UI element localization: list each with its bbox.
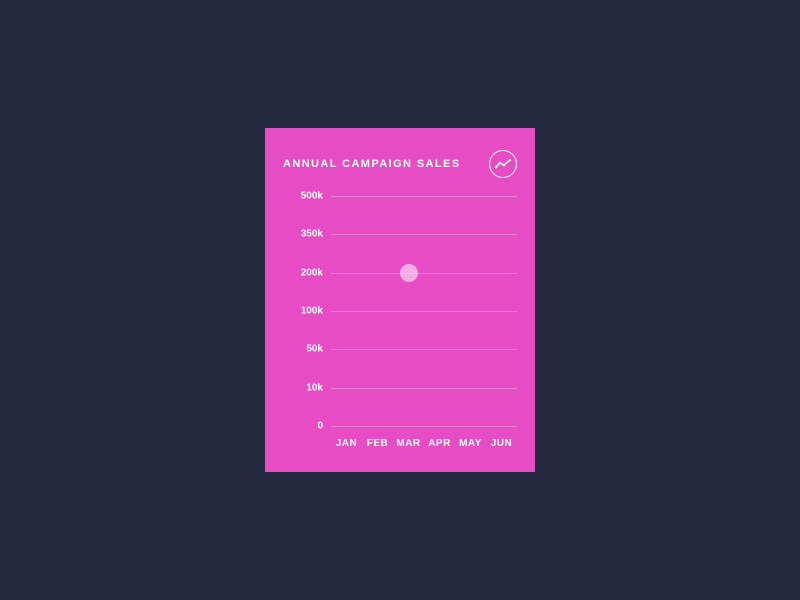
x-tick-label: APR (424, 438, 455, 449)
x-tick-label: MAY (455, 438, 486, 449)
sales-card: ANNUAL CAMPAIGN SALES 500k 350k 200k 100k 50… (265, 128, 535, 472)
data-point-highlight[interactable] (400, 264, 418, 282)
x-axis: JANFEBMARAPRMAYJUN (331, 438, 517, 449)
y-tick-label: 500k (283, 191, 323, 202)
y-axis: 500k350k200k100k50k10k0 (283, 196, 323, 426)
gridline (331, 426, 517, 427)
gridline (331, 311, 517, 312)
gridline (331, 196, 517, 197)
x-tick-label: FEB (362, 438, 393, 449)
x-tick-label: MAR (393, 438, 424, 449)
chart-area: 500k350k200k100k50k10k0 JANFEBMARAPRMAYJ… (283, 196, 517, 456)
gridline (331, 273, 517, 274)
gridline (331, 388, 517, 389)
x-tick-label: JAN (331, 438, 362, 449)
plot-area (331, 196, 517, 426)
y-tick-label: 200k (283, 267, 323, 278)
gridline (331, 234, 517, 235)
gridline (331, 349, 517, 350)
card-title: ANNUAL CAMPAIGN SALES (283, 158, 461, 170)
y-tick-label: 350k (283, 229, 323, 240)
line-chart-icon[interactable] (489, 150, 517, 178)
y-tick-label: 0 (283, 421, 323, 432)
y-tick-label: 100k (283, 306, 323, 317)
card-header: ANNUAL CAMPAIGN SALES (283, 150, 517, 178)
y-tick-label: 50k (283, 344, 323, 355)
y-tick-label: 10k (283, 382, 323, 393)
x-tick-label: JUN (486, 438, 517, 449)
